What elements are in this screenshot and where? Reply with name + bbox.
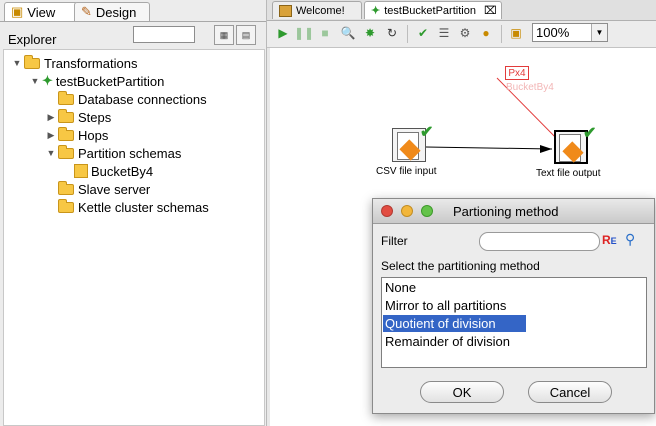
list-item-mirror[interactable]: Mirror to all partitions [383, 297, 506, 314]
tree-item-label: Kettle cluster schemas [78, 199, 209, 215]
preview-icon[interactable]: 🔍 [340, 25, 356, 41]
run-icon[interactable]: ▶ [275, 25, 291, 41]
tab-welcome[interactable]: Welcome! [272, 1, 362, 19]
design-pencil-icon: ✎ [81, 4, 92, 19]
tree-item-label: testBucketPartition [55, 73, 165, 89]
list-item-quotient[interactable]: Quotient of division [383, 315, 526, 332]
list-item-remainder[interactable]: Remainder of division [383, 333, 510, 350]
step-csv-label: CSV file input [376, 166, 437, 177]
tree-item-testbucketpartition[interactable]: ▼ ✦ testBucketPartition [30, 72, 165, 90]
folder-icon [58, 180, 74, 195]
collapse-all-icon: ▤ [241, 29, 251, 40]
partition-badge[interactable]: Px4 [505, 66, 529, 80]
pause-icon[interactable]: ❚❚ [294, 25, 314, 41]
ok-button[interactable]: OK [420, 381, 504, 403]
explorer-filter-input[interactable] [133, 26, 195, 43]
dialog-prompt: Select the partitioning method [381, 259, 540, 273]
list-item-none[interactable]: None [383, 279, 416, 296]
close-window-icon[interactable] [381, 205, 393, 217]
tree-item-partition-schemas[interactable]: ▼ Partition schemas [46, 144, 181, 162]
tab-view[interactable]: ▣ View [4, 2, 78, 21]
tree-item-label: Database connections [78, 91, 207, 107]
left-panel: ▣ View ✎ Design Explorer ▦ ▤ ▼ Transform… [0, 0, 267, 426]
explore-db-icon[interactable]: ● [478, 25, 494, 41]
explorer-tree: ▼ Transformations ▼ ✦ testBucketPartitio… [3, 49, 265, 426]
expand-triangle-icon[interactable]: ▼ [46, 148, 56, 158]
replay-icon[interactable]: ↻ [384, 25, 400, 41]
partition-schema-icon [74, 164, 88, 178]
filter-label: Filter [381, 234, 408, 248]
tree-item-slave-server[interactable]: Slave server [46, 180, 150, 198]
toolbar-separator [501, 25, 502, 43]
explorer-label: Explorer [8, 32, 57, 47]
tree-item-label: Slave server [78, 181, 151, 197]
expand-all-icon: ▦ [219, 29, 229, 40]
filter-input[interactable] [479, 232, 600, 251]
tree-item-transformations[interactable]: ▼ Transformations [12, 54, 137, 72]
tree-item-hops[interactable]: ▶ Hops [46, 126, 108, 144]
tab-welcome-label: Welcome! [296, 4, 345, 17]
chevron-down-icon[interactable]: ▼ [591, 24, 607, 41]
close-icon[interactable]: ⌧ [484, 4, 497, 17]
dialog-titlebar: Partioning method [373, 199, 654, 224]
folder-icon [58, 108, 74, 123]
step-text-label: Text file output [536, 168, 601, 179]
cancel-button[interactable]: Cancel [528, 381, 612, 403]
tree-item-database-connections[interactable]: Database connections [46, 90, 207, 108]
folder-icon [58, 198, 74, 213]
welcome-icon [279, 4, 292, 17]
zoom-window-icon[interactable] [421, 205, 433, 217]
collapse-all-button[interactable]: ▤ [236, 25, 256, 45]
partitioning-method-list[interactable]: None Mirror to all partitions Quotient o… [381, 277, 647, 368]
check-icon: ✔ [420, 124, 434, 141]
hop-arrow-icon [540, 145, 552, 153]
folder-icon [58, 144, 74, 159]
debug-icon[interactable]: ✸ [362, 25, 378, 41]
sql-icon[interactable]: ⚙ [457, 25, 473, 41]
tree-item-label: BucketBy4 [91, 163, 154, 179]
tree-item-steps[interactable]: ▶ Steps [46, 108, 111, 126]
collapsed-triangle-icon[interactable]: ▶ [46, 112, 56, 123]
check-icon: ✔ [583, 125, 597, 142]
tab-divider [0, 21, 266, 22]
tree-item-label: Steps [78, 109, 112, 125]
show-results-icon[interactable]: ▣ [508, 25, 524, 41]
view-icon: ▣ [11, 4, 24, 19]
tab-testbucketpartition[interactable]: ✦ testBucketPartition ⌧ [364, 1, 502, 19]
tree-item-label: Transformations [44, 55, 138, 71]
transformation-icon: ✦ [371, 5, 381, 17]
folder-icon [58, 90, 74, 105]
folder-icon [24, 54, 40, 69]
tab-testbucketpartition-label: testBucketPartition [384, 4, 476, 17]
search-icon[interactable]: ⚲ [625, 231, 635, 248]
expand-all-button[interactable]: ▦ [214, 25, 234, 45]
expand-triangle-icon[interactable]: ▼ [12, 58, 22, 68]
toolbar-separator [407, 25, 408, 43]
stop-icon[interactable]: ■ [317, 25, 333, 41]
minimize-window-icon[interactable] [401, 205, 413, 217]
transformation-icon: ✦ [42, 73, 53, 88]
tree-item-kettle-cluster-schemas[interactable]: Kettle cluster schemas [46, 198, 209, 216]
regex-icon[interactable]: RE [602, 233, 617, 248]
hop-line[interactable] [425, 146, 553, 150]
tab-view-label: View [27, 4, 56, 20]
partitioning-method-dialog: Partioning method Filter RE ⚲ Select the… [372, 198, 655, 414]
expand-triangle-icon[interactable]: ▼ [30, 76, 40, 86]
zoom-value: 100% [536, 25, 570, 40]
partition-schema-label: BucketBy4 [506, 82, 554, 93]
tab-design-label: Design [95, 4, 137, 20]
tree-item-label: Partition schemas [78, 145, 182, 161]
tab-design[interactable]: ✎ Design [74, 2, 150, 21]
impact-icon[interactable]: ☰ [436, 25, 452, 41]
collapsed-triangle-icon[interactable]: ▶ [46, 130, 56, 141]
tree-item-bucketby4[interactable]: BucketBy4 [74, 162, 153, 180]
tree-item-label: Hops [78, 127, 109, 143]
dialog-title: Partioning method [453, 204, 559, 219]
folder-icon [58, 126, 74, 141]
verify-icon[interactable]: ✔ [415, 25, 431, 41]
